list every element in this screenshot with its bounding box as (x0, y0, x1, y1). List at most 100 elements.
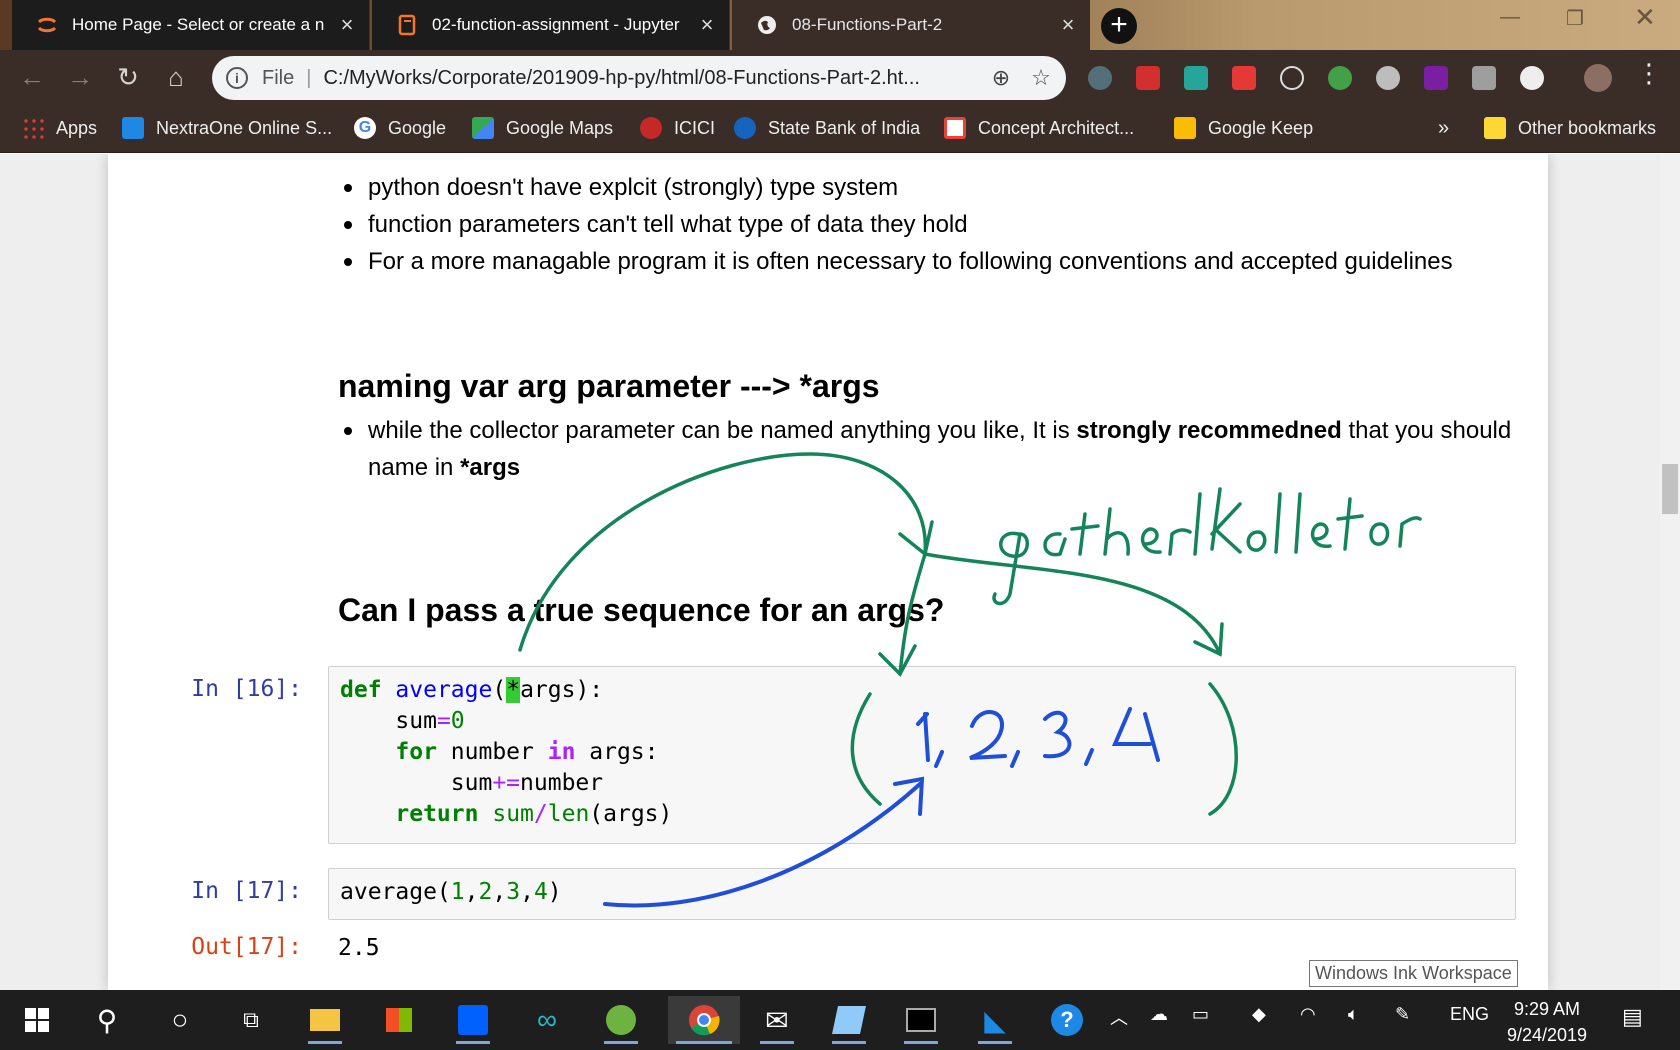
mail-icon[interactable]: ✉ (752, 996, 802, 1044)
home-icon[interactable]: ⌂ (160, 62, 192, 93)
start-button[interactable] (12, 996, 62, 1044)
code-cell-17[interactable]: average(1,2,3,4) (328, 868, 1516, 920)
keep-icon (1174, 117, 1196, 139)
taskbar-clock[interactable]: 9:29 AM 9/24/2019 (1492, 996, 1602, 1048)
notes-app-icon[interactable] (824, 996, 874, 1044)
tab-title: 02-function-assignment - Jupyter (432, 15, 680, 34)
dropbox-extension-icon[interactable] (1472, 66, 1496, 90)
maps-icon (472, 117, 494, 139)
tab-close-icon[interactable]: × (697, 12, 717, 38)
bookmark-google-maps[interactable]: Google Maps (472, 115, 613, 141)
spring-tool-icon[interactable] (596, 996, 646, 1044)
task-view-icon[interactable]: ⧉ (226, 996, 276, 1044)
nextraone-icon (122, 117, 144, 139)
tab-close-icon[interactable]: × (337, 12, 357, 38)
help-icon[interactable]: ? (1042, 996, 1092, 1044)
minimize-button[interactable]: — (1500, 6, 1520, 29)
bookmark-icici[interactable]: ICICI (640, 115, 715, 141)
tab-title: Home Page - Select or create a n (72, 15, 325, 34)
bookmark-concept-architect[interactable]: Concept Architect... (944, 115, 1134, 141)
code-editor[interactable]: average(1,2,3,4) (340, 877, 1504, 908)
react-extension-icon[interactable] (1280, 66, 1304, 90)
file-explorer-icon[interactable] (300, 996, 350, 1044)
apps-grid-icon (22, 117, 44, 139)
section-heading: Can I pass a true sequence for an args? (338, 592, 945, 628)
back-arrow-icon[interactable]: ← (16, 62, 48, 93)
tray-overflow-icon[interactable]: ︿ (1110, 1004, 1128, 1030)
scroll-thumb[interactable] (1662, 464, 1678, 514)
bookmark-apps[interactable]: Apps (22, 115, 97, 141)
bookmarks-overflow-button[interactable]: » (1438, 115, 1449, 141)
store-icon[interactable] (374, 996, 424, 1044)
new-tab-button[interactable]: + (1101, 8, 1137, 44)
globe-icon (758, 16, 776, 34)
forward-arrow-icon[interactable]: → (64, 62, 96, 93)
onedrive-icon[interactable]: ☁ (1150, 1004, 1168, 1025)
extension-icon[interactable] (1184, 66, 1208, 90)
address-bar[interactable]: i File | C:/MyWorks/Corporate/201909-hp-… (212, 56, 1066, 100)
gmail-icon (944, 117, 966, 139)
search-icon[interactable]: ⚲ (82, 996, 132, 1044)
arduino-icon[interactable]: ∞ (522, 996, 572, 1044)
browser-menu-icon[interactable]: ⋮ (1636, 60, 1662, 86)
clock-time: 9:29 AM (1513, 999, 1581, 1019)
gmail-extension-icon[interactable] (1232, 66, 1256, 90)
markdown-cell: while the collector parameter can be nam… (338, 412, 1528, 486)
bookmark-google[interactable]: G Google (354, 115, 446, 141)
wifi-icon[interactable]: ◠ (1300, 1004, 1316, 1025)
page-scrollbar[interactable] (1660, 154, 1680, 990)
extension-icon[interactable] (1136, 66, 1160, 90)
bookmark-google-keep[interactable]: Google Keep (1174, 115, 1313, 141)
dropbox-tray-icon[interactable]: ◆ (1252, 1004, 1266, 1025)
info-icon[interactable]: i (226, 67, 248, 89)
battery-icon[interactable]: ▭ (1192, 1004, 1209, 1025)
action-center-icon[interactable]: ▤ (1622, 1004, 1643, 1030)
evernote-extension-icon[interactable] (1328, 66, 1352, 90)
chrome-app-icon[interactable] (668, 996, 740, 1044)
cell-output: 2.5 (338, 935, 380, 961)
tab-close-icon[interactable]: × (1058, 12, 1078, 38)
input-prompt: In [17]: (191, 878, 302, 904)
zoom-icon[interactable]: ⊕ (986, 65, 1016, 91)
tab-home-page[interactable]: Home Page - Select or create a n × (12, 0, 370, 50)
extension-icon[interactable] (1520, 66, 1544, 90)
clock-date: 9/24/2019 (1506, 1025, 1588, 1045)
url-text[interactable]: C:/MyWorks/Corporate/201909-hp-py/html/0… (323, 67, 986, 90)
language-indicator[interactable]: ENG (1450, 1004, 1489, 1025)
tab-function-assignment[interactable]: 02-function-assignment - Jupyter × (372, 0, 730, 50)
onenote-extension-icon[interactable] (1424, 66, 1448, 90)
pen-ink-icon[interactable]: ✎ (1395, 1004, 1410, 1025)
markdown-cell: python doesn't have explcit (strongly) t… (338, 169, 1528, 280)
sbi-icon (734, 117, 756, 139)
code-cell-16[interactable]: def average(*args): sum=0 for number in … (328, 666, 1516, 844)
profile-avatar[interactable] (1584, 64, 1612, 92)
extension-icon[interactable] (1088, 66, 1112, 90)
vscode-icon[interactable]: ◣ (970, 996, 1020, 1044)
url-scheme: File (262, 66, 295, 89)
close-window-button[interactable]: ✕ (1634, 2, 1656, 33)
list-item: python doesn't have explcit (strongly) t… (338, 169, 1528, 206)
notebook-icon (398, 14, 416, 36)
tab-functions-part-2[interactable]: 08-Functions-Part-2 × (732, 0, 1090, 50)
bookmark-star-icon[interactable]: ☆ (1026, 65, 1056, 91)
bookmark-sbi[interactable]: State Bank of India (734, 115, 920, 141)
bookmark-nextraone[interactable]: NextraOne Online S... (122, 115, 332, 141)
reload-icon[interactable]: ↻ (112, 62, 144, 93)
output-prompt: Out[17]: (191, 934, 302, 960)
input-prompt: In [16]: (191, 676, 302, 702)
cortana-icon[interactable]: ○ (155, 996, 205, 1044)
code-editor[interactable]: def average(*args): sum=0 for number in … (340, 675, 1504, 830)
extension-icon[interactable] (1376, 66, 1400, 90)
volume-icon[interactable]: 🔈︎ (1348, 1004, 1359, 1025)
icici-icon (640, 117, 662, 139)
list-item: while the collector parameter can be nam… (338, 412, 1528, 486)
url-separator: | (306, 66, 312, 89)
dropbox-app-icon[interactable] (448, 996, 498, 1044)
bullet-list: python doesn't have explcit (strongly) t… (338, 169, 1528, 280)
terminal-icon[interactable] (896, 996, 946, 1044)
maximize-button[interactable]: ❐ (1566, 6, 1584, 31)
windows-logo-icon (25, 1008, 49, 1032)
google-icon: G (354, 117, 376, 139)
bookmark-other-bookmarks[interactable]: Other bookmarks (1484, 115, 1656, 141)
folder-icon (1484, 117, 1506, 139)
